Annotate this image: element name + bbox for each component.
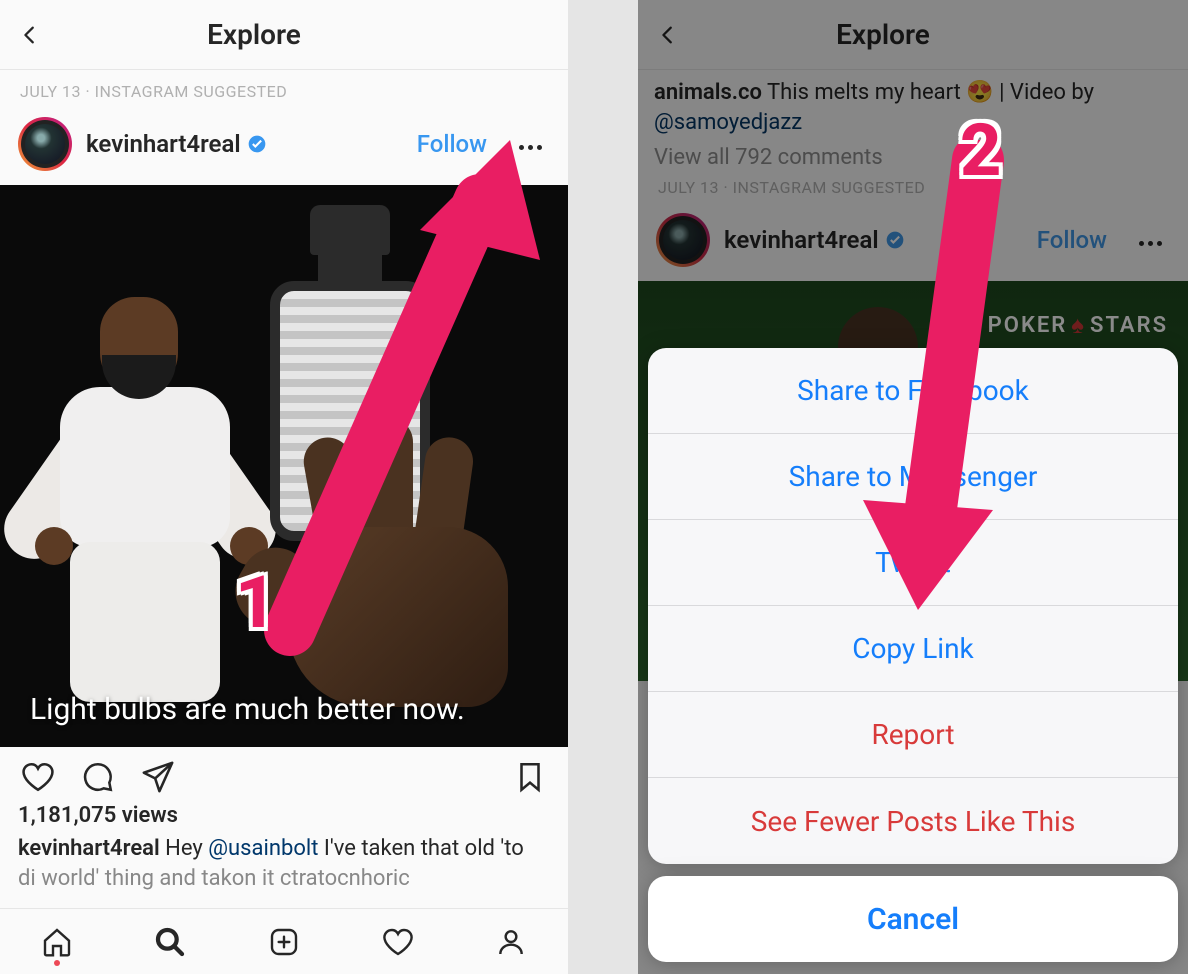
screenshot-step-1: Explore JULY 13 · INSTAGRAM SUGGESTED ke… (0, 0, 568, 974)
screenshot-step-2: Explore animals.co This melts my heart 😍… (638, 0, 1188, 974)
sheet-tweet[interactable]: Tweet (648, 520, 1178, 606)
sheet-report[interactable]: Report (648, 692, 1178, 778)
comment-icon (81, 760, 115, 794)
page-title: Explore (0, 18, 508, 51)
share-button[interactable] (136, 755, 180, 799)
save-button[interactable] (508, 755, 552, 799)
heart-icon (21, 760, 55, 794)
sheet-cancel-button[interactable]: Cancel (648, 876, 1178, 962)
views-count[interactable]: 1,181,075 views (0, 803, 568, 834)
notification-dot-icon (54, 960, 60, 966)
username-label[interactable]: kevinhart4real (86, 130, 241, 158)
hand-graphic (208, 447, 508, 707)
nav-profile[interactable] (491, 922, 531, 962)
plus-square-icon (268, 926, 300, 958)
post-meta: JULY 13 · INSTAGRAM SUGGESTED (0, 70, 568, 107)
like-button[interactable] (16, 755, 60, 799)
action-sheet-group: Share to Facebook Share to Messenger Twe… (648, 348, 1178, 864)
sheet-copy-link[interactable]: Copy Link (648, 606, 1178, 692)
mention-link[interactable]: @usainbolt (208, 836, 318, 861)
nav-new-post[interactable] (264, 922, 304, 962)
post-author-row: kevinhart4real Follow (0, 107, 568, 185)
nav-home[interactable] (37, 922, 77, 962)
heart-icon (382, 926, 414, 958)
verified-badge-icon (247, 134, 267, 154)
explore-header: Explore (0, 0, 568, 70)
home-icon (41, 926, 73, 958)
nav-search[interactable] (150, 922, 190, 962)
sheet-share-messenger[interactable]: Share to Messenger (648, 434, 1178, 520)
profile-icon (495, 926, 527, 958)
sheet-see-fewer[interactable]: See Fewer Posts Like This (648, 778, 1178, 864)
search-icon (154, 926, 186, 958)
follow-button[interactable]: Follow (417, 130, 487, 158)
bottom-nav (0, 908, 568, 974)
sheet-share-facebook[interactable]: Share to Facebook (648, 348, 1178, 434)
caption-username: kevinhart4real (18, 836, 160, 861)
video-subtitle: Light bulbs are much better now. (30, 692, 548, 727)
avatar[interactable] (18, 117, 72, 171)
nav-activity[interactable] (378, 922, 418, 962)
bookmark-icon (513, 760, 547, 794)
action-sheet: Share to Facebook Share to Messenger Twe… (648, 348, 1178, 962)
post-caption[interactable]: kevinhart4real Hey @usainbolt I've taken… (0, 834, 568, 901)
post-media[interactable]: Light bulbs are much better now. (0, 185, 568, 747)
post-more-button[interactable] (511, 129, 550, 160)
post-actions-row (0, 747, 568, 803)
send-icon (141, 760, 175, 794)
comment-button[interactable] (76, 755, 120, 799)
